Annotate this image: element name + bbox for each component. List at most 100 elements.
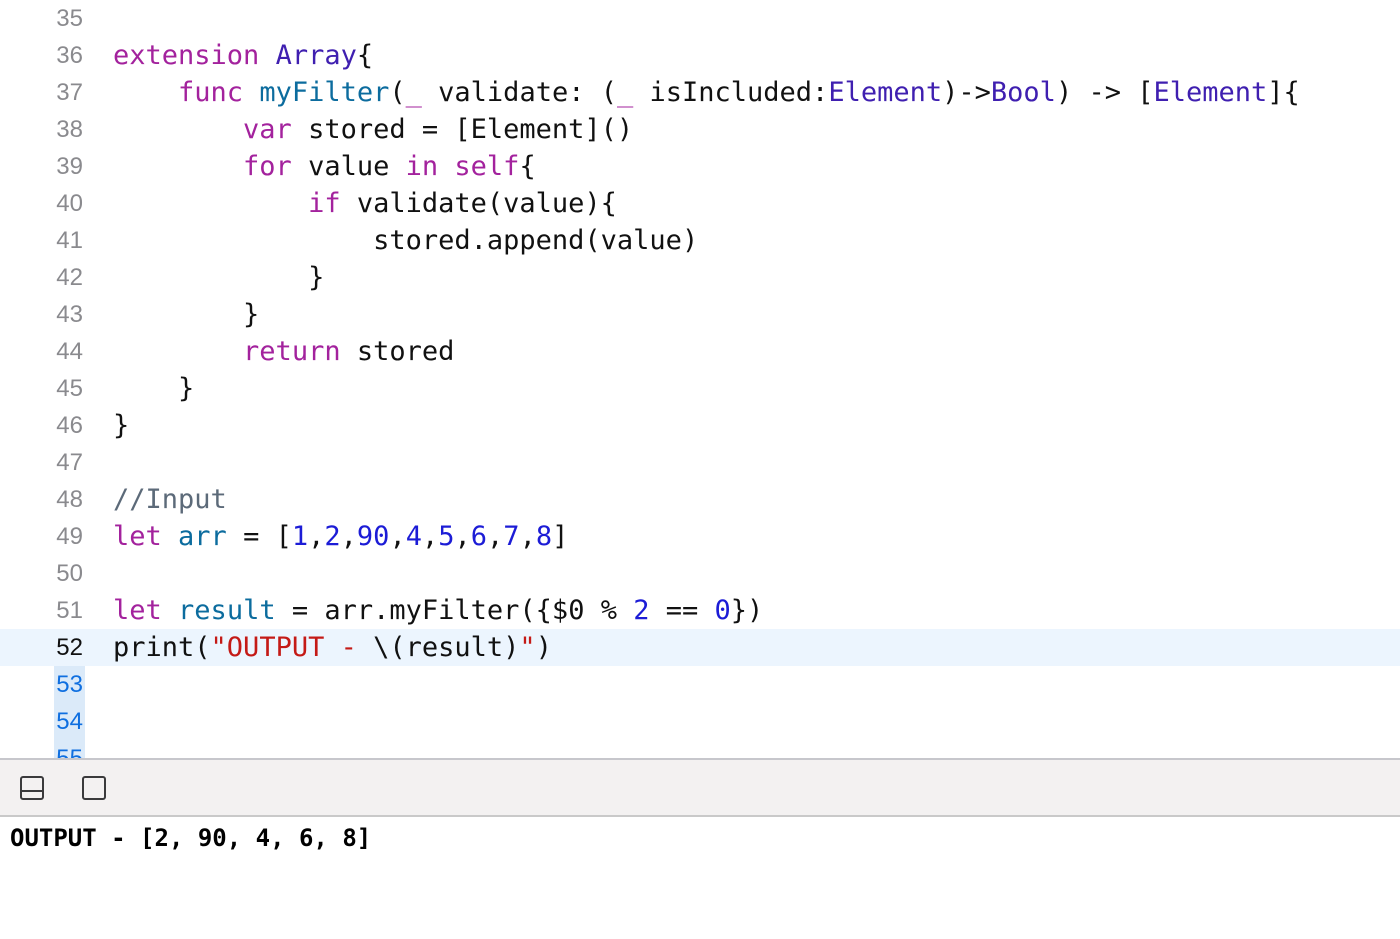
code-token: 7: [503, 521, 520, 552]
code-line[interactable]: 43 }: [0, 296, 1400, 333]
line-number: 54: [56, 708, 83, 735]
line-number: 49: [56, 523, 83, 550]
code-token: print(: [113, 632, 211, 663]
code-line[interactable]: 51 let result = arr.myFilter({$0 % 2 == 0…: [0, 592, 1400, 629]
code-token: stored.append(value): [113, 225, 699, 256]
line-number: 47: [56, 449, 83, 476]
code-token: (: [389, 77, 406, 108]
code-token: 1: [291, 521, 309, 552]
code-line[interactable]: 48 //Input: [0, 481, 1400, 518]
code-token: ": [519, 632, 536, 663]
code-line[interactable]: 54: [0, 703, 1400, 740]
code-line[interactable]: 45 }: [0, 370, 1400, 407]
line-number: 36: [56, 42, 83, 69]
console-output-area[interactable]: OUTPUT - [2, 90, 4, 6, 8]: [0, 817, 1400, 939]
code-token: 2: [633, 595, 650, 626]
line-number: 43: [56, 301, 83, 328]
code-token: ,: [389, 521, 406, 552]
code-token: 90: [356, 521, 390, 552]
code-text: }: [113, 262, 324, 294]
code-text: func myFilter(_ validate: (_ isIncluded:…: [113, 77, 1300, 109]
line-number: 35: [56, 5, 83, 32]
code-token: return: [243, 336, 341, 367]
code-line[interactable]: 41 stored.append(value): [0, 222, 1400, 259]
code-line[interactable]: 55: [0, 740, 1400, 758]
code-token: self: [454, 151, 520, 182]
code-token: }: [113, 299, 260, 330]
code-token: isIncluded:: [633, 77, 829, 108]
line-number: 48: [56, 486, 83, 513]
line-number: 52: [56, 634, 83, 661]
code-token: ,: [421, 521, 439, 552]
code-token: ,: [454, 521, 471, 552]
code-token: Array: [275, 40, 357, 71]
split-panel-icon[interactable]: [20, 776, 44, 800]
code-token: value: [291, 151, 406, 182]
code-token: validate(value){: [340, 188, 617, 219]
code-line[interactable]: 50: [0, 555, 1400, 592]
code-token: _: [616, 77, 634, 108]
code-token: in: [405, 151, 439, 182]
line-number: 37: [56, 79, 83, 106]
code-token: {: [519, 151, 536, 182]
code-token: validate: (: [421, 77, 617, 108]
line-number: 44: [56, 338, 83, 365]
square-panel-icon[interactable]: [82, 776, 106, 800]
code-token: }: [113, 373, 195, 404]
code-token: let: [113, 595, 162, 626]
line-number: 40: [56, 190, 83, 217]
code-text: var stored = [Element](): [113, 114, 633, 146]
code-token: let: [113, 521, 162, 552]
code-token: ,: [340, 521, 357, 552]
code-line[interactable]: 42 }: [0, 259, 1400, 296]
code-text: return stored: [113, 336, 454, 368]
code-token: ) -> [: [1055, 77, 1154, 108]
code-line[interactable]: 53: [0, 666, 1400, 703]
line-number: 50: [56, 560, 83, 587]
code-token: }): [730, 595, 764, 626]
code-token: ,: [487, 521, 504, 552]
code-token: ]{: [1267, 77, 1300, 108]
code-token: ,: [308, 521, 325, 552]
code-token: for: [243, 151, 292, 182]
code-line[interactable]: 44 return stored: [0, 333, 1400, 370]
code-token: _: [405, 77, 422, 108]
code-token: if: [308, 188, 341, 219]
code-token: }: [113, 262, 325, 293]
code-token: ==: [649, 595, 715, 626]
code-line[interactable]: 47: [0, 444, 1400, 481]
code-token: {: [356, 40, 374, 71]
code-token: 0: [714, 595, 731, 626]
code-token: )->: [942, 77, 991, 108]
code-text: //Input: [113, 484, 227, 516]
code-token: stored: [340, 336, 455, 367]
code-line[interactable]: 35: [0, 0, 1400, 37]
code-line[interactable]: 52 print("OUTPUT - \(result)"): [0, 629, 1400, 666]
line-number: 38: [56, 116, 83, 143]
code-token: = arr.myFilter({$0 %: [275, 595, 634, 626]
line-number: 39: [56, 153, 83, 180]
code-token: Bool: [990, 77, 1056, 108]
line-number: 46: [56, 412, 83, 439]
code-line[interactable]: 40 if validate(value){: [0, 185, 1400, 222]
code-line[interactable]: 39 for value in self{: [0, 148, 1400, 185]
code-line[interactable]: 46}: [0, 407, 1400, 444]
code-text: for value in self{: [113, 151, 536, 183]
line-number: 53: [56, 671, 83, 698]
code-line[interactable]: 38 var stored = [Element](): [0, 111, 1400, 148]
code-token: myFilter: [259, 77, 390, 108]
code-token: ,: [519, 521, 536, 552]
code-line[interactable]: 36 extension Array{: [0, 37, 1400, 74]
code-token: \(result): [373, 632, 520, 663]
code-line[interactable]: 49 let arr = [1,2,90,4,5,6,7,8]: [0, 518, 1400, 555]
code-line[interactable]: 37 func myFilter(_ validate: (_ isInclud…: [0, 74, 1400, 111]
code-editor[interactable]: 35 36 extension Array{37 func myFilter(_ v…: [0, 0, 1400, 758]
code-token: 4: [405, 521, 422, 552]
line-number: 51: [56, 597, 83, 624]
